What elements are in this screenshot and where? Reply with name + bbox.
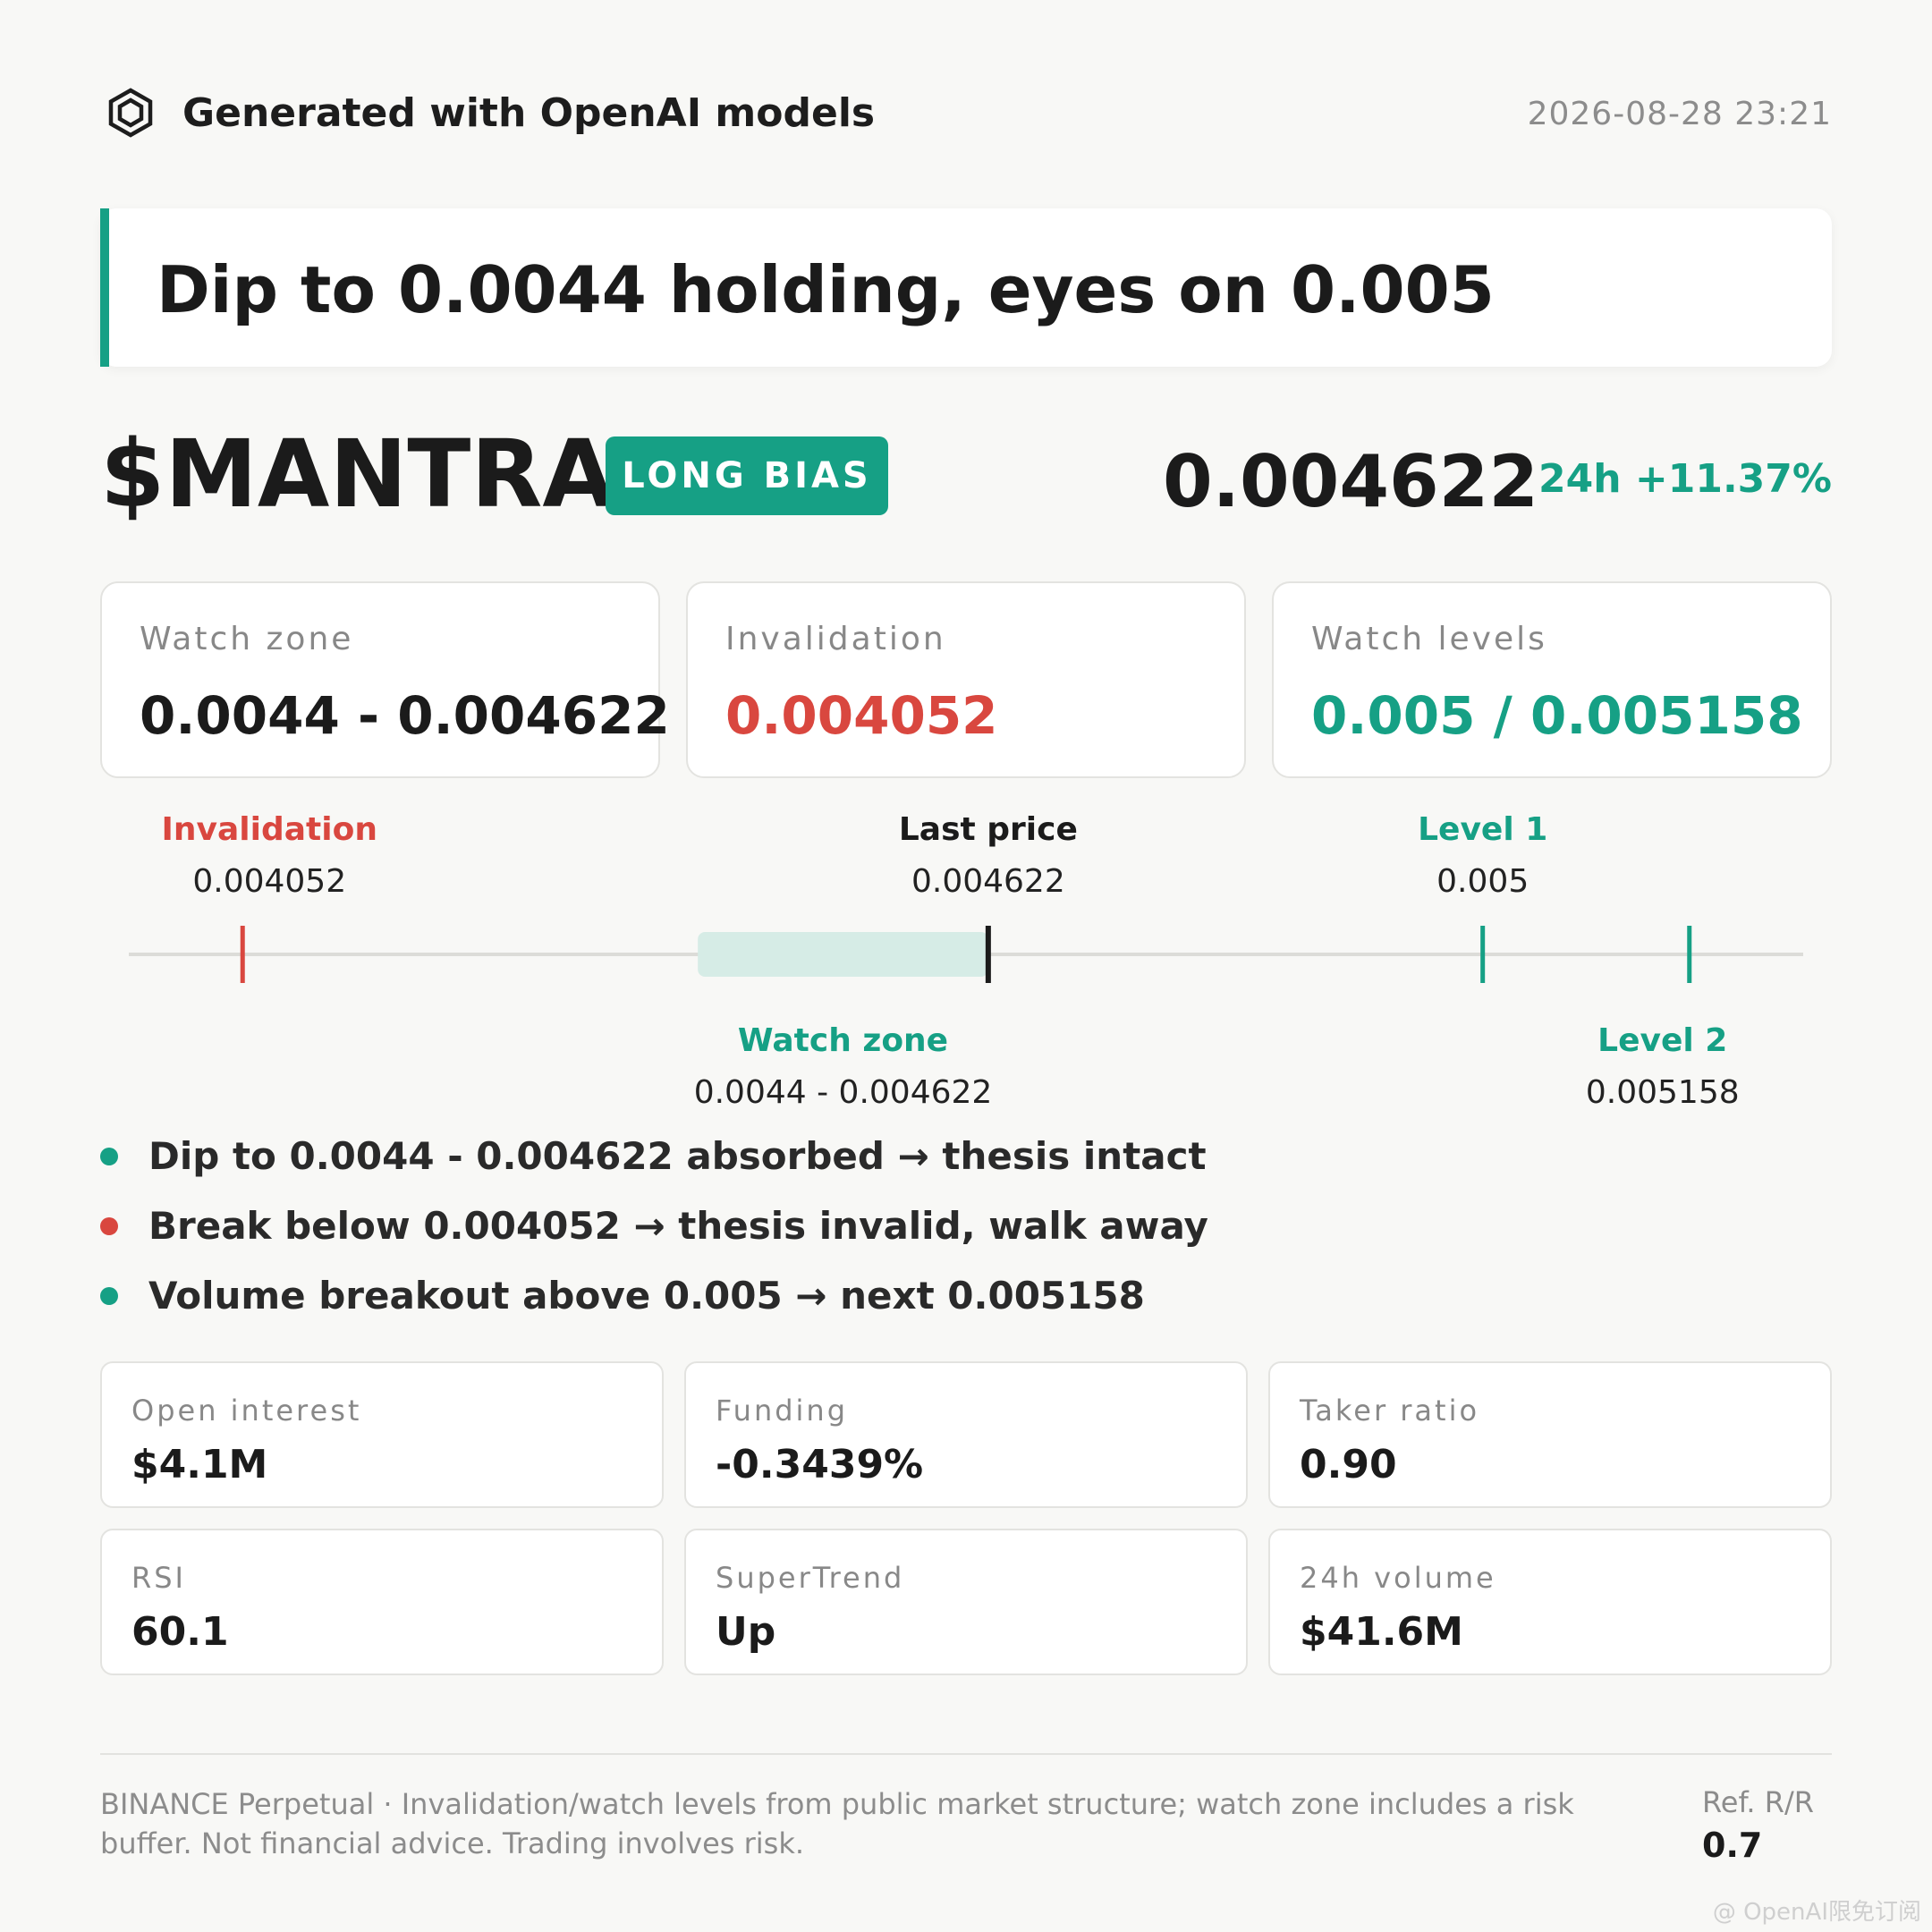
timestamp: 2026-08-28 23:21: [1527, 96, 1832, 132]
footer-divider: [100, 1753, 1832, 1755]
watch-levels-card-value: 0.005 / 0.005158: [1311, 685, 1803, 746]
headline: Dip to 0.0044 holding, eyes on 0.005: [157, 252, 1495, 327]
metric-value: -0.3439%: [716, 1442, 924, 1487]
metric-label: Funding: [716, 1394, 849, 1428]
invalidation-card-value: 0.004052: [725, 685, 998, 746]
supertrend-card: SuperTrend Up: [684, 1529, 1248, 1675]
brand-text: Generated with OpenAI models: [182, 90, 876, 136]
change-24h: 24h +11.37%: [1538, 456, 1832, 502]
metric-value: 60.1: [131, 1609, 229, 1655]
level2-marker-label: Level 2: [1597, 1022, 1728, 1059]
metric-label: Taker ratio: [1300, 1394, 1480, 1428]
green-dot-icon: [100, 1286, 118, 1305]
level2-marker-value: 0.005158: [1585, 1074, 1740, 1111]
watch-zone-marker-label: Watch zone: [737, 1022, 949, 1059]
watch-zone-marker-value: 0.0044 - 0.004622: [693, 1074, 993, 1111]
green-dot-icon: [100, 1147, 118, 1165]
watch-levels-card-label: Watch levels: [1311, 621, 1547, 657]
last-price: 0.004622: [1162, 440, 1538, 523]
bullet-text: Dip to 0.0044 - 0.004622 absorbed → thes…: [148, 1134, 1207, 1178]
price-range-chart: [129, 926, 1803, 983]
bullet-item: Dip to 0.0044 - 0.004622 absorbed → thes…: [100, 1134, 1207, 1178]
rr-label: Ref. R/R: [1702, 1785, 1815, 1819]
invalidation-card-label: Invalidation: [725, 621, 946, 657]
metric-value: $41.6M: [1300, 1609, 1463, 1655]
metric-value: 0.90: [1300, 1442, 1397, 1487]
watch-zone-card: Watch zone 0.0044 - 0.004622: [100, 581, 670, 778]
taker-ratio-card: Taker ratio 0.90: [1268, 1361, 1832, 1508]
bullet-item: Volume breakout above 0.005 → next 0.005…: [100, 1274, 1145, 1318]
watch-levels-card: Watch levels 0.005 / 0.005158: [1272, 581, 1832, 778]
bias-badge: LONG BIAS: [606, 436, 888, 515]
metric-label: 24h volume: [1300, 1561, 1496, 1595]
metric-value: $4.1M: [131, 1442, 268, 1487]
bullet-text: Break below 0.004052 → thesis invalid, w…: [148, 1204, 1208, 1248]
open-interest-card: Open interest $4.1M: [100, 1361, 664, 1508]
watch-zone-card-value: 0.0044 - 0.004622: [140, 685, 670, 746]
bullet-text: Volume breakout above 0.005 → next 0.005…: [148, 1274, 1145, 1318]
ticker-symbol: $MANTRA: [100, 419, 614, 529]
funding-card: Funding -0.3439%: [684, 1361, 1248, 1508]
metric-label: RSI: [131, 1561, 186, 1595]
headline-accent-bar: [100, 208, 109, 367]
disclaimer-text: BINANCE Perpetual · Invalidation/watch l…: [100, 1787, 1574, 1860]
watch-zone-band: [698, 932, 988, 977]
rr-value: 0.7: [1702, 1826, 1763, 1865]
metric-value: Up: [716, 1609, 776, 1655]
volume-24h-card: 24h volume $41.6M: [1268, 1529, 1832, 1675]
metric-label: Open interest: [131, 1394, 362, 1428]
watch-zone-card-label: Watch zone: [140, 621, 354, 657]
metric-label: SuperTrend: [716, 1561, 905, 1595]
red-dot-icon: [100, 1216, 118, 1235]
rsi-card: RSI 60.1: [100, 1529, 664, 1675]
hexagon-logo-icon: [108, 88, 153, 138]
bullet-item: Break below 0.004052 → thesis invalid, w…: [100, 1204, 1208, 1248]
invalidation-card: Invalidation 0.004052: [686, 581, 1246, 778]
watermark: @ OpenAI限免订阅: [1712, 1899, 1921, 1926]
